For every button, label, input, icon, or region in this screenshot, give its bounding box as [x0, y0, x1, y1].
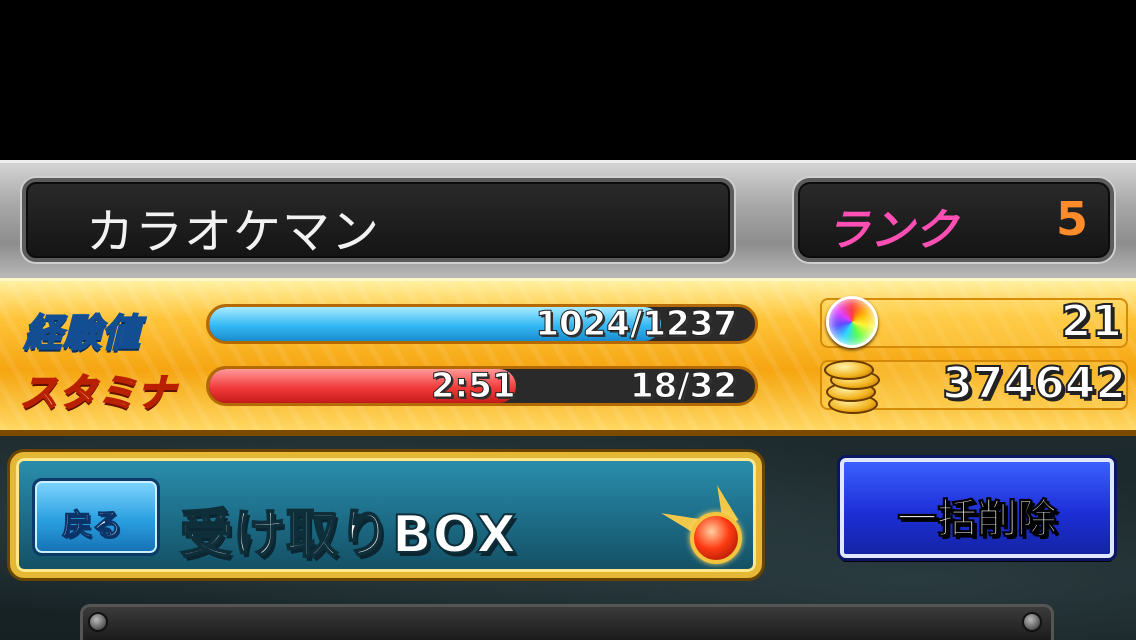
bulk-delete-button[interactable]: 一括削除	[840, 458, 1114, 558]
gold-coins-icon	[822, 360, 882, 416]
player-name-box: カラオケマン	[22, 178, 734, 262]
exp-label: 経験値	[23, 310, 142, 356]
rank-box: ランク 5	[794, 178, 1114, 262]
orb-count: 21	[1060, 295, 1123, 348]
exp-value: 1024/1237	[535, 304, 738, 344]
rainbow-orb-icon	[826, 296, 878, 348]
rivet-icon	[1022, 612, 1042, 632]
rivet-icon	[88, 612, 108, 632]
gem-emblem-icon	[690, 512, 742, 564]
stamina-bar: 2:51 18/32	[206, 366, 758, 406]
rank-label: ランク	[826, 205, 958, 256]
page-title: 受け取りBOX	[179, 504, 518, 566]
list-frame	[80, 604, 1054, 640]
stamina-value: 18/32	[629, 366, 737, 406]
back-button-label[interactable]: 戻る	[62, 500, 123, 544]
bulk-delete-label[interactable]: 一括削除	[844, 486, 1110, 544]
stamina-timer: 2:51	[431, 366, 517, 406]
top-letterbox	[0, 0, 1136, 160]
player-name: カラオケマン	[86, 204, 381, 260]
rank-value: 5	[1055, 192, 1088, 246]
stamina-label: スタミナ	[19, 370, 177, 416]
gold-count: 374642	[941, 357, 1127, 410]
exp-bar: 1024/1237	[206, 304, 758, 344]
